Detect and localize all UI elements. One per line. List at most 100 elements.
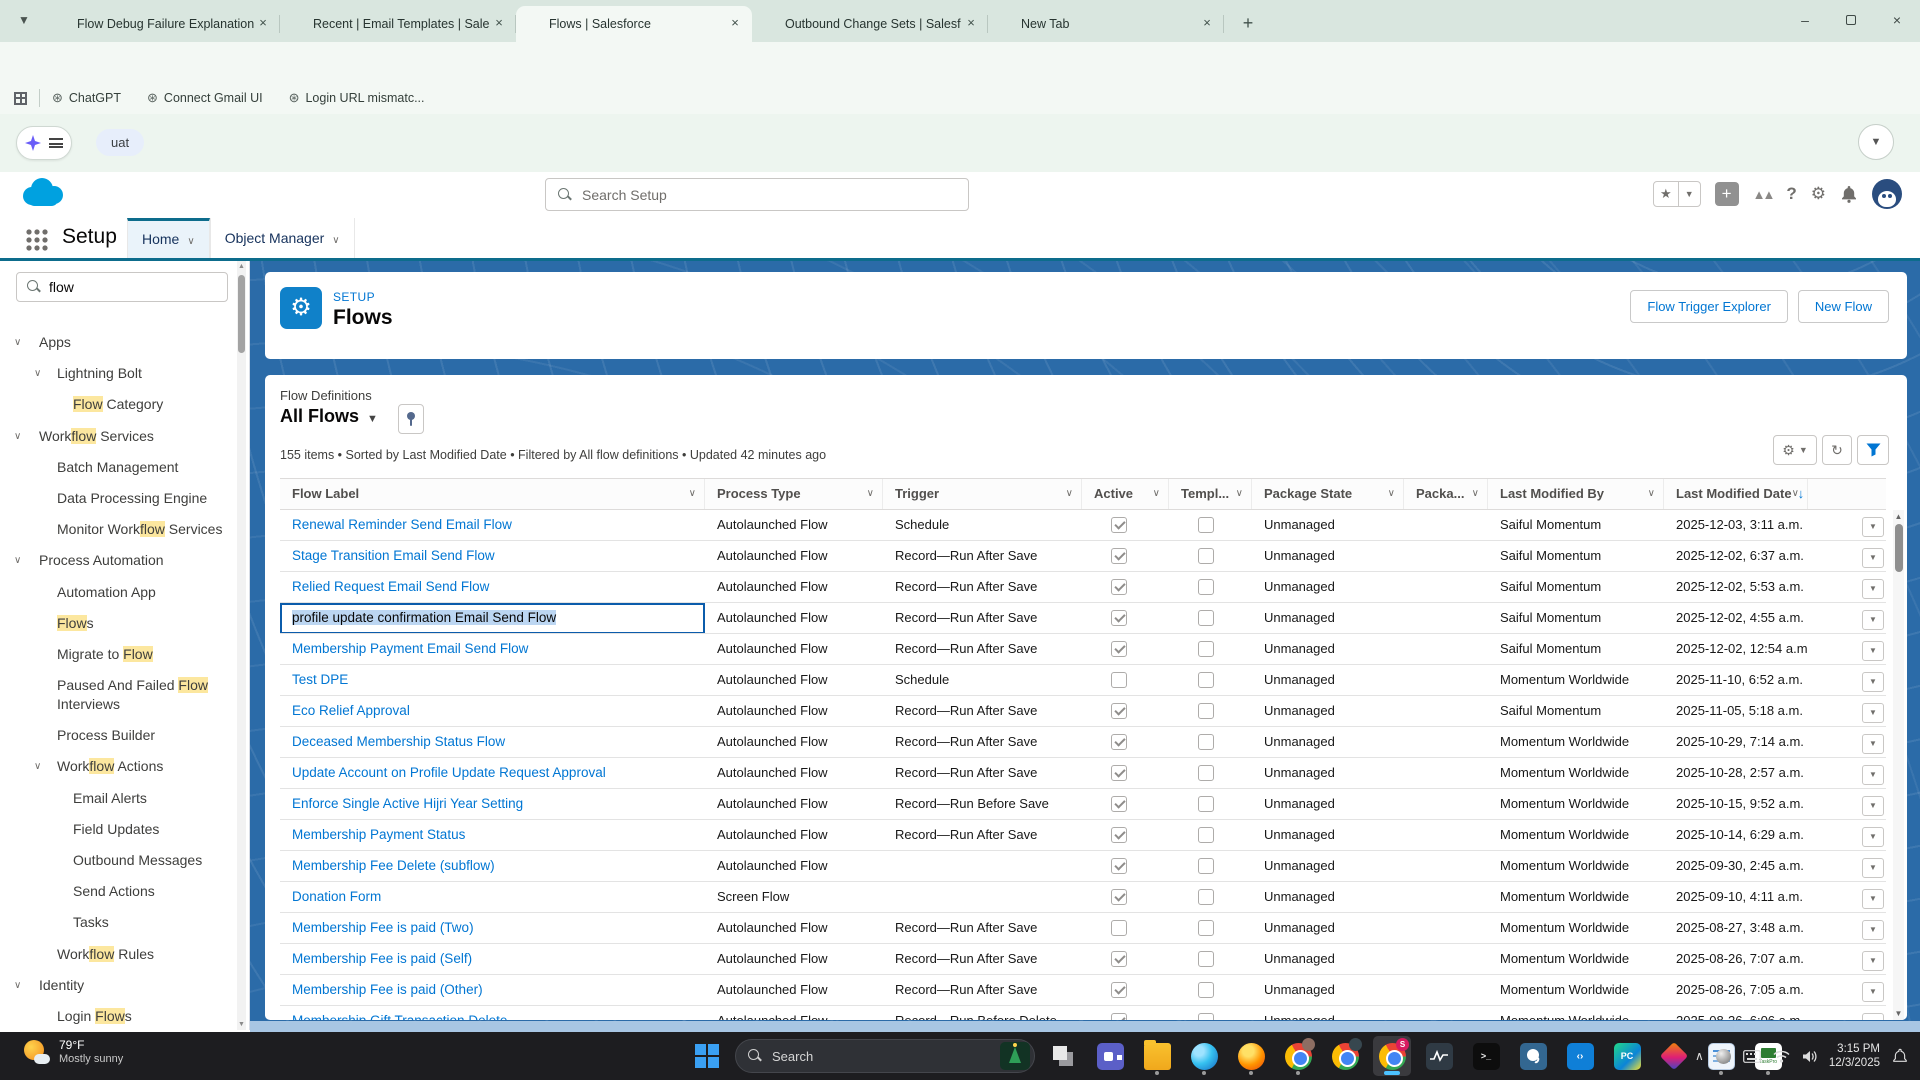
row-actions-button[interactable]: ▼ bbox=[1862, 827, 1884, 847]
template-checkbox[interactable] bbox=[1198, 734, 1214, 750]
row-actions-button[interactable]: ▼ bbox=[1862, 858, 1884, 878]
scroll-down-icon[interactable]: ▼ bbox=[1893, 1009, 1904, 1018]
row-actions-button[interactable]: ▼ bbox=[1862, 982, 1884, 1002]
sidebar-item[interactable]: ∨ Workflow Rules bbox=[0, 939, 236, 970]
chevron-down-icon[interactable]: ∨ bbox=[34, 751, 41, 782]
list-view-selector[interactable]: All Flows▼ bbox=[280, 406, 378, 427]
browser-tab[interactable]: Flows | Salesforce × bbox=[516, 6, 752, 42]
active-checkbox[interactable] bbox=[1111, 641, 1127, 657]
flow-label-link[interactable]: Membership Fee is paid (Other) bbox=[292, 982, 483, 997]
favorites-star-icon[interactable]: ★ bbox=[1654, 182, 1679, 206]
trailhead-icon[interactable]: ▲▲ bbox=[1753, 187, 1773, 202]
active-checkbox[interactable] bbox=[1111, 1013, 1127, 1020]
task-view-button[interactable] bbox=[1044, 1036, 1082, 1076]
setup-nav-tab[interactable]: Object Manager∨ bbox=[210, 218, 355, 258]
flow-label-link[interactable]: Membership Payment Status bbox=[292, 827, 465, 842]
row-actions-button[interactable]: ▼ bbox=[1862, 951, 1884, 971]
template-checkbox[interactable] bbox=[1198, 982, 1214, 998]
setup-search-input[interactable]: Search Setup bbox=[545, 178, 969, 211]
template-checkbox[interactable] bbox=[1198, 641, 1214, 657]
file-explorer-button[interactable] bbox=[1138, 1036, 1176, 1076]
column-header-trigger[interactable]: Trigger∨ bbox=[883, 479, 1082, 509]
notifications-bell-icon[interactable] bbox=[1840, 185, 1858, 203]
sidebar-item[interactable]: ∨ Process Builder bbox=[0, 720, 236, 751]
scroll-up-icon[interactable]: ▲ bbox=[1893, 512, 1904, 521]
window-close-button[interactable]: × bbox=[1874, 0, 1920, 42]
template-checkbox[interactable] bbox=[1198, 579, 1214, 595]
sidebar-item[interactable]: ∨ Flow Category bbox=[0, 389, 236, 420]
sidebar-scrollbar[interactable]: ▲ ▼ bbox=[237, 261, 246, 1030]
row-actions-button[interactable]: ▼ bbox=[1862, 703, 1884, 723]
row-actions-button[interactable]: ▼ bbox=[1862, 672, 1884, 692]
favorites-control[interactable]: ★▼ bbox=[1653, 181, 1701, 207]
active-checkbox[interactable] bbox=[1111, 982, 1127, 998]
sidebar-item[interactable]: ∨ Workflow Actions bbox=[0, 751, 236, 782]
wifi-icon[interactable] bbox=[1773, 1050, 1790, 1063]
sidebar-item[interactable]: ∨ Monitor Workflow Services bbox=[0, 514, 236, 545]
active-checkbox[interactable] bbox=[1111, 703, 1127, 719]
template-checkbox[interactable] bbox=[1198, 765, 1214, 781]
tab-list-chevron-icon[interactable]: ▼ bbox=[12, 9, 36, 33]
bookmark-item[interactable]: ⊛ Connect Gmail UI bbox=[147, 90, 263, 106]
taskbar-weather[interactable]: 79°FMostly sunny bbox=[22, 1038, 123, 1066]
scroll-down-icon[interactable]: ▼ bbox=[237, 1021, 246, 1028]
sidebar-item[interactable]: ∨ Process Automation bbox=[0, 545, 236, 576]
flow-label-link[interactable]: Membership Fee is paid (Self) bbox=[292, 951, 472, 966]
active-checkbox[interactable] bbox=[1111, 548, 1127, 564]
sidebar-item[interactable]: ∨ Data Processing Engine bbox=[0, 483, 236, 514]
new-tab-button[interactable]: + bbox=[1236, 12, 1260, 36]
favorites-caret-icon[interactable]: ▼ bbox=[1679, 182, 1700, 206]
active-checkbox[interactable] bbox=[1111, 889, 1127, 905]
volume-icon[interactable] bbox=[1802, 1050, 1817, 1063]
help-icon[interactable]: ? bbox=[1786, 184, 1796, 204]
sidebar-item[interactable]: ∨ Workflow Services bbox=[0, 421, 236, 452]
tray-sphere-icon[interactable] bbox=[1716, 1049, 1731, 1064]
row-actions-button[interactable]: ▼ bbox=[1862, 610, 1884, 630]
chevron-down-icon[interactable]: ∨ bbox=[14, 421, 21, 452]
template-checkbox[interactable] bbox=[1198, 548, 1214, 564]
row-actions-button[interactable]: ▼ bbox=[1862, 548, 1884, 568]
column-header-last-modified-by[interactable]: Last Modified By∨ bbox=[1488, 479, 1664, 509]
chrome-profile2-button[interactable] bbox=[1326, 1036, 1364, 1076]
flow-label-link[interactable]: Membership Gift Transaction Delete bbox=[292, 1013, 507, 1020]
active-checkbox[interactable] bbox=[1111, 734, 1127, 750]
tab-close-icon[interactable]: × bbox=[1198, 15, 1216, 33]
template-checkbox[interactable] bbox=[1198, 951, 1214, 967]
table-scrollbar[interactable]: ▲ ▼ bbox=[1893, 510, 1904, 1020]
template-checkbox[interactable] bbox=[1198, 517, 1214, 533]
taskbar-search[interactable]: Search bbox=[735, 1039, 1035, 1073]
active-checkbox[interactable] bbox=[1111, 610, 1127, 626]
new-flow-button[interactable]: New Flow bbox=[1798, 290, 1889, 323]
window-maximize-button[interactable] bbox=[1828, 0, 1874, 42]
template-checkbox[interactable] bbox=[1198, 827, 1214, 843]
scroll-up-icon[interactable]: ▲ bbox=[237, 263, 246, 270]
edge-button[interactable] bbox=[1185, 1036, 1223, 1076]
active-checkbox[interactable] bbox=[1111, 765, 1127, 781]
flow-label-link[interactable]: Test DPE bbox=[292, 672, 348, 687]
sidebar-item[interactable]: ∨ Flows bbox=[0, 608, 236, 639]
apps-grid-icon[interactable] bbox=[14, 92, 27, 105]
template-checkbox[interactable] bbox=[1198, 858, 1214, 874]
pycharm-button[interactable]: PC bbox=[1608, 1036, 1646, 1076]
flow-label-link[interactable]: Relied Request Email Send Flow bbox=[292, 579, 489, 594]
column-header-process-type[interactable]: Process Type∨ bbox=[705, 479, 883, 509]
flow-label-link[interactable]: Membership Fee Delete (subflow) bbox=[292, 858, 495, 873]
teams-button[interactable] bbox=[1091, 1036, 1129, 1076]
active-checkbox[interactable] bbox=[1111, 579, 1127, 595]
browser-tab[interactable]: Flow Debug Failure Explanation × bbox=[44, 6, 280, 42]
browser-tab[interactable]: Outbound Change Sets | Salesf × bbox=[752, 6, 988, 42]
sidebar-item[interactable]: ∨ Send Actions bbox=[0, 876, 236, 907]
chevron-down-icon[interactable]: ∨ bbox=[14, 545, 21, 576]
app-launcher-icon[interactable] bbox=[26, 229, 48, 251]
column-header-template[interactable]: Templ...∨ bbox=[1169, 479, 1252, 509]
postgresql-button[interactable] bbox=[1514, 1036, 1552, 1076]
pin-view-button[interactable] bbox=[398, 404, 424, 434]
browser-tab[interactable]: New Tab × bbox=[988, 6, 1224, 42]
system-monitor-button[interactable] bbox=[1420, 1036, 1458, 1076]
quick-create-icon[interactable]: + bbox=[1715, 182, 1739, 206]
flow-label-link[interactable]: Renewal Reminder Send Email Flow bbox=[292, 517, 512, 532]
list-settings-button[interactable]: ⚙▼ bbox=[1773, 435, 1817, 465]
active-checkbox[interactable] bbox=[1111, 920, 1127, 936]
active-checkbox[interactable] bbox=[1111, 517, 1127, 533]
flow-label-link[interactable]: profile update confirmation Email Send F… bbox=[292, 610, 556, 625]
